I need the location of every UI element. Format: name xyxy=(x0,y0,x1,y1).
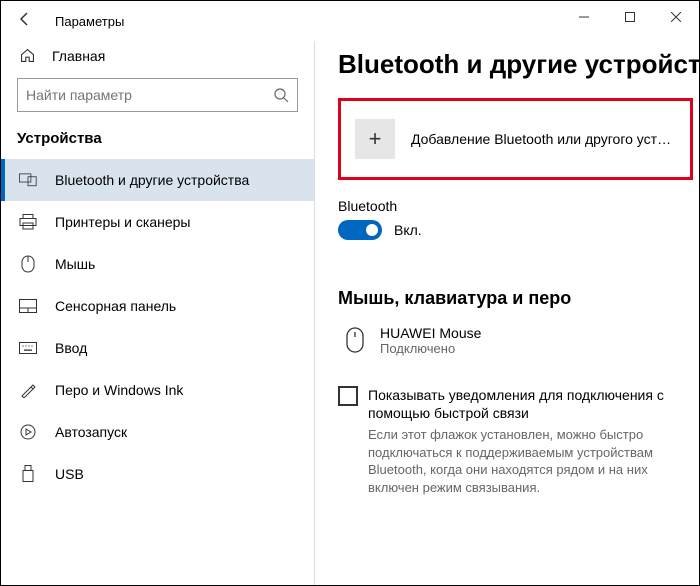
sidebar-item-usb[interactable]: USB xyxy=(1,453,314,495)
sidebar-home-label: Главная xyxy=(52,48,105,64)
sidebar-item-autoplay[interactable]: Автозапуск xyxy=(1,411,314,453)
device-name: HUAWEI Mouse xyxy=(380,325,481,341)
sidebar-item-typing[interactable]: Ввод xyxy=(1,327,314,369)
page-title: Bluetooth и другие устройства xyxy=(338,49,699,80)
device-item[interactable]: HUAWEI Mouse Подключено xyxy=(338,321,699,386)
search-input[interactable] xyxy=(17,78,298,112)
content-pane: Bluetooth и другие устройства + Добавлен… xyxy=(314,41,699,585)
bluetooth-label: Bluetooth xyxy=(338,198,699,214)
sidebar-item-label: Сенсорная панель xyxy=(55,298,176,314)
mouse-icon xyxy=(19,255,37,273)
device-status: Подключено xyxy=(380,341,481,356)
bluetooth-toggle[interactable] xyxy=(338,220,382,240)
add-device-button[interactable]: + Добавление Bluetooth или другого устро… xyxy=(338,98,693,180)
sidebar-item-label: Принтеры и сканеры xyxy=(55,214,190,230)
sidebar-category: Устройства xyxy=(1,130,314,159)
devices-heading: Мышь, клавиатура и перо xyxy=(338,288,699,309)
quick-pair-hint: Если этот флажок установлен, можно быстр… xyxy=(338,426,699,496)
sidebar-item-pen[interactable]: Перо и Windows Ink xyxy=(1,369,314,411)
minimize-button[interactable] xyxy=(561,1,607,33)
autoplay-icon xyxy=(19,423,37,441)
quick-pair-row: Показывать уведомления для подключения с… xyxy=(338,386,699,422)
sidebar: Главная Устройства Bluetooth и другие ус… xyxy=(1,41,314,585)
sidebar-item-label: USB xyxy=(55,466,84,482)
pen-icon xyxy=(19,381,37,399)
sidebar-item-touchpad[interactable]: Сенсорная панель xyxy=(1,285,314,327)
search-icon xyxy=(273,87,289,103)
sidebar-item-label: Мышь xyxy=(55,256,95,272)
sidebar-item-label: Перо и Windows Ink xyxy=(55,382,183,398)
quick-pair-checkbox[interactable] xyxy=(338,386,358,406)
bluetooth-toggle-row: Вкл. xyxy=(338,220,699,240)
sidebar-item-label: Bluetooth и другие устройства xyxy=(55,172,249,188)
sidebar-item-bluetooth[interactable]: Bluetooth и другие устройства xyxy=(1,159,314,201)
sidebar-item-label: Автозапуск xyxy=(55,424,127,440)
printer-icon xyxy=(19,213,37,231)
maximize-button[interactable] xyxy=(607,1,653,33)
back-icon[interactable] xyxy=(17,11,37,32)
window-controls xyxy=(561,1,699,33)
quick-pair-label: Показывать уведомления для подключения с… xyxy=(368,386,689,422)
add-device-label: Добавление Bluetooth или другого устройс… xyxy=(411,131,676,147)
sidebar-home[interactable]: Главная xyxy=(1,41,314,78)
sidebar-item-mouse[interactable]: Мышь xyxy=(1,243,314,285)
touchpad-icon xyxy=(19,297,37,315)
keyboard-icon xyxy=(19,339,37,357)
search-field[interactable] xyxy=(26,87,273,103)
mouse-device-icon xyxy=(346,327,364,356)
home-icon xyxy=(19,47,36,64)
bluetooth-state: Вкл. xyxy=(394,222,422,238)
close-button[interactable] xyxy=(653,1,699,33)
sidebar-item-label: Ввод xyxy=(55,340,87,356)
devices-icon xyxy=(19,171,37,189)
usb-icon xyxy=(19,465,37,483)
window-title: Параметры xyxy=(55,14,124,29)
plus-icon: + xyxy=(355,119,395,159)
sidebar-item-printers[interactable]: Принтеры и сканеры xyxy=(1,201,314,243)
